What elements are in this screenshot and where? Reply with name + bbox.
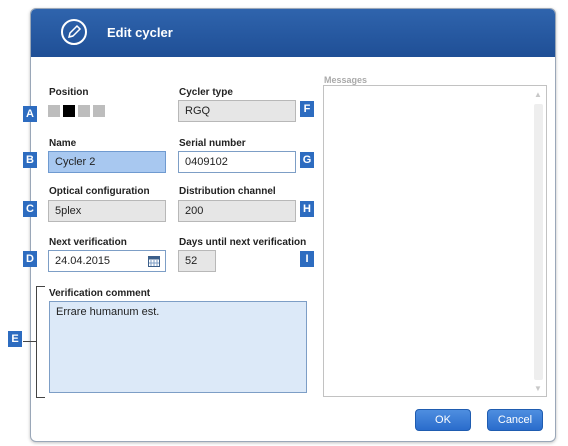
marker-i: I [300, 251, 314, 267]
bracket-stub [23, 341, 37, 342]
marker-b: B [23, 152, 37, 168]
distribution-channel-label: Distribution channel [179, 186, 276, 197]
scroll-up-arrow-icon[interactable]: ▲ [533, 90, 543, 99]
scroll-down-arrow-icon[interactable]: ▼ [533, 384, 543, 393]
serial-number-label: Serial number [179, 138, 246, 149]
optical-configuration-field: 5plex [48, 200, 166, 222]
optical-configuration-label: Optical configuration [49, 186, 150, 197]
serial-number-input[interactable]: 0409102 [178, 151, 296, 173]
marker-h: H [300, 201, 314, 217]
days-until-next-verification-label: Days until next verification [179, 237, 307, 248]
marker-d: D [23, 251, 37, 267]
days-until-next-verification-field: 52 [178, 250, 216, 272]
cycler-type-label: Cycler type [179, 87, 233, 98]
next-verification-label: Next verification [49, 237, 127, 248]
messages-scrollbar[interactable] [534, 104, 543, 380]
marker-g: G [300, 152, 314, 168]
cycler-type-field: RGQ [178, 100, 296, 122]
name-input[interactable]: Cycler 2 [48, 151, 166, 173]
edit-pencil-icon [61, 19, 87, 45]
ok-button[interactable]: OK [415, 409, 471, 431]
messages-label: Messages [324, 75, 368, 85]
position-slot-3[interactable] [78, 105, 90, 117]
next-verification-value: 24.04.2015 [55, 255, 111, 267]
position-slot-1[interactable] [48, 105, 60, 117]
marker-a: A [23, 106, 37, 122]
marker-f: F [300, 101, 314, 117]
marker-c: C [23, 201, 37, 217]
verification-comment-label: Verification comment [49, 288, 151, 299]
edit-cycler-dialog: Edit cycler Position Cycler type RGQ Nam… [30, 8, 556, 442]
distribution-channel-field: 200 [178, 200, 296, 222]
dialog-titlebar: Edit cycler [31, 9, 555, 57]
verification-comment-textarea[interactable]: Errare humanum est. [49, 301, 307, 393]
comment-bracket [23, 286, 45, 398]
position-label: Position [49, 87, 89, 98]
position-slot-4[interactable] [93, 105, 105, 117]
messages-panel: ▲ ▼ [323, 85, 547, 397]
dialog-title: Edit cycler [107, 25, 173, 40]
position-slot-2[interactable] [63, 105, 75, 117]
marker-e: E [8, 331, 22, 347]
calendar-icon[interactable] [148, 256, 160, 267]
name-label: Name [49, 138, 77, 149]
cancel-button[interactable]: Cancel [487, 409, 543, 431]
